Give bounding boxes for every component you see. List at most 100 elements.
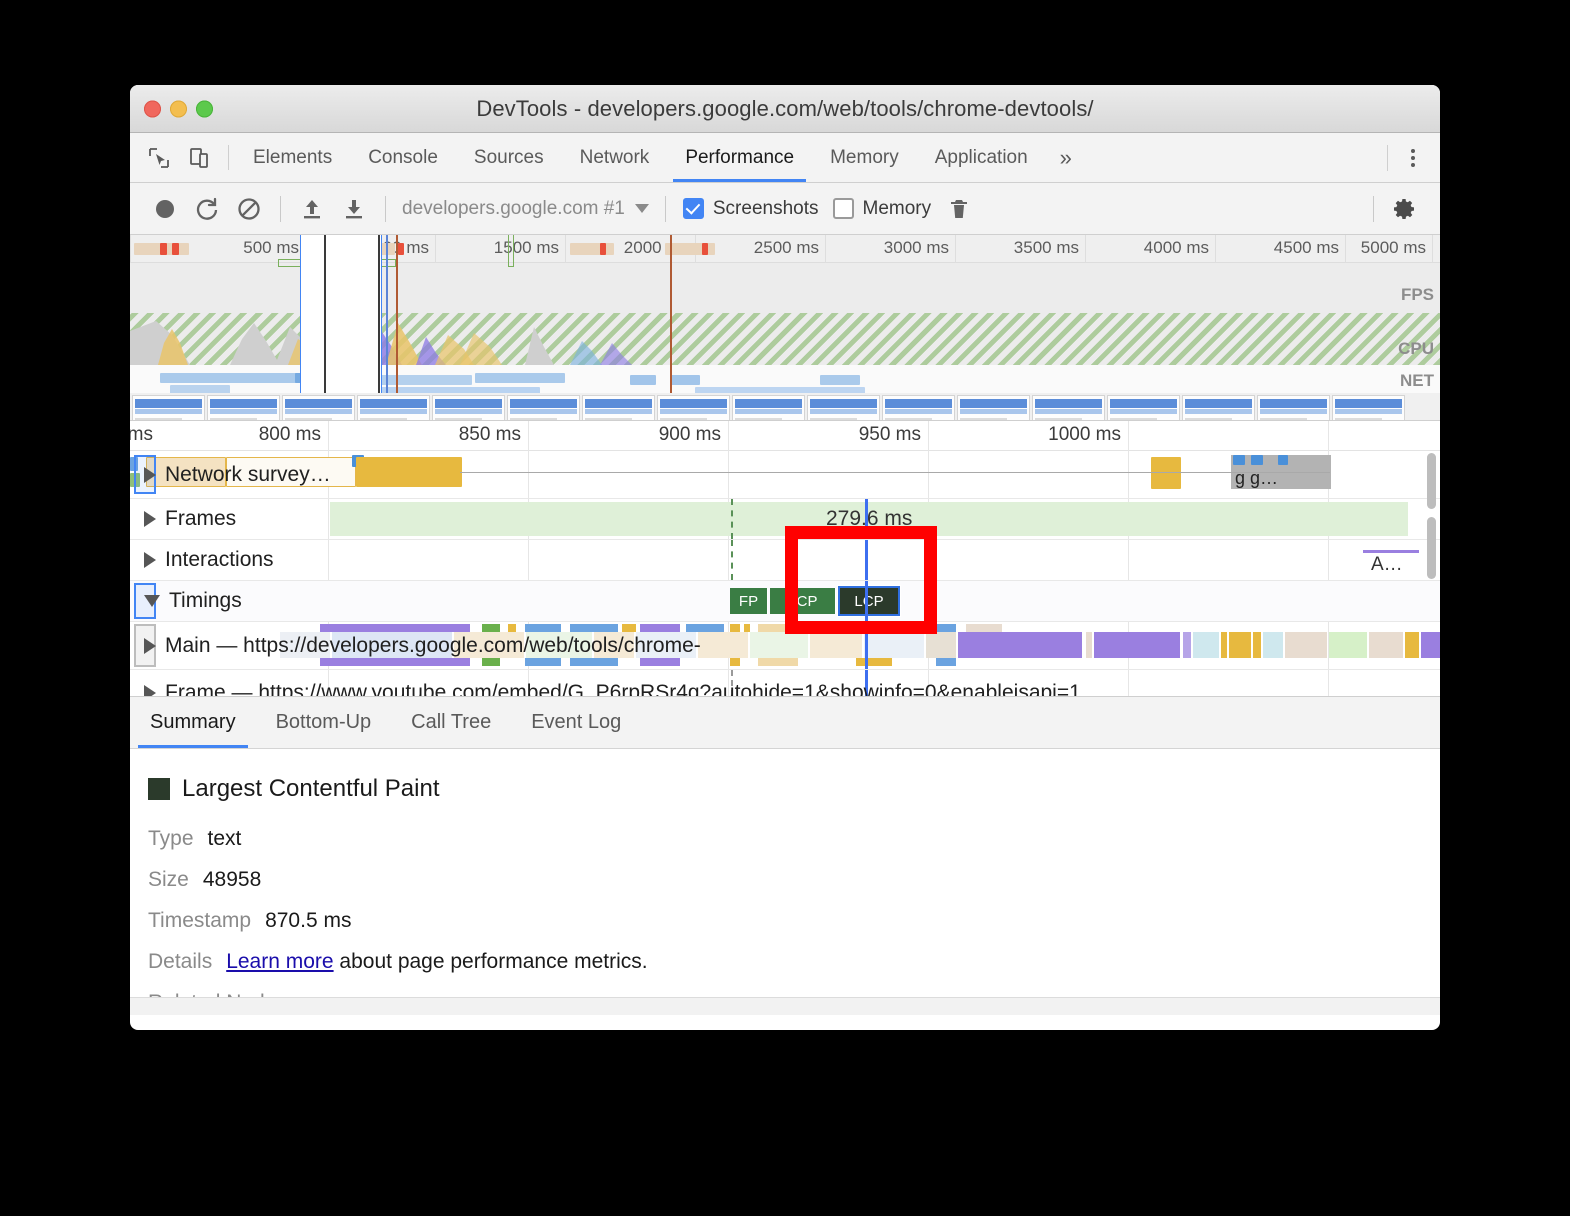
flame-scrollbar-thumb-top[interactable] [1427,453,1436,509]
filmstrip-frame[interactable] [132,395,205,420]
track-timings[interactable]: FP FCP LCP Timings [130,581,1440,622]
tab-application[interactable]: Application [917,133,1046,182]
track-title-timings[interactable]: Timings [144,589,242,613]
tab-label: Memory [830,146,899,168]
more-tabs-label: » [1059,144,1072,170]
flame-scrollbar-thumb[interactable] [1427,517,1436,579]
minimize-button[interactable] [170,100,187,117]
reload-and-record-button[interactable] [186,188,228,230]
detail-header: Largest Contentful Paint [148,775,1440,803]
settings-button[interactable] [1384,188,1426,230]
filmstrip-frame[interactable] [1182,395,1255,420]
chevron-right-icon[interactable] [144,511,156,527]
overview-tick-label: 1500 ms [493,238,559,257]
filmstrip-frame[interactable] [1107,395,1180,420]
chevron-right-icon[interactable] [144,552,156,568]
window-title: DevTools - developers.google.com/web/too… [476,95,1094,121]
track-interactions[interactable]: A… Interactions [130,540,1440,581]
track-label: Timings [169,589,242,612]
timeline-flame-chart[interactable]: ms 800 ms 850 ms 900 ms 950 ms 1000 ms g… [130,421,1440,697]
zoom-button[interactable] [196,100,213,117]
timeline-overview[interactable]: 500 ms 1000 ms 1500 ms 2000 ms 2500 ms 3… [130,235,1440,421]
tab-console[interactable]: Console [350,133,456,182]
detail-field-size: Size 48958 [148,868,1440,892]
timing-marker-fcp[interactable]: FCP [770,588,836,614]
tab-event-log[interactable]: Event Log [511,697,641,748]
interaction-pill[interactable] [1363,550,1419,553]
timing-marker-lcp[interactable]: LCP [838,586,900,616]
devtools-tabbar: Elements Console Sources Network Perform… [130,133,1440,183]
memory-checkbox-box[interactable] [832,198,854,219]
track-frames[interactable]: 279.6 ms Frames [130,499,1440,540]
track-title-network[interactable]: Network survey… [144,463,331,487]
overview-cpu-label: CPU [1398,339,1434,358]
filmstrip-frame[interactable] [582,395,655,420]
filmstrip-frame[interactable] [732,395,805,420]
screenshots-checkbox-box[interactable] [682,198,704,219]
tab-call-tree[interactable]: Call Tree [391,697,511,748]
more-tabs-icon[interactable]: » [1046,133,1086,182]
devtools-window: DevTools - developers.google.com/web/too… [130,85,1440,1030]
overview-tick-label: 3000 ms [883,238,949,257]
save-profile-button[interactable] [333,188,375,230]
tab-sources[interactable]: Sources [456,133,562,182]
timing-marker-fp[interactable]: FP [730,588,768,614]
record-button[interactable] [144,188,186,230]
filmstrip-frame[interactable] [1257,395,1330,420]
frame-duration-label: 279.6 ms [826,507,913,530]
filmstrip-frame[interactable] [357,395,430,420]
delete-button[interactable] [938,188,980,230]
filmstrip-frame[interactable] [1032,395,1105,420]
flame-tick-label: 1000 ms [1048,424,1121,445]
load-profile-button[interactable] [291,188,333,230]
tab-memory[interactable]: Memory [812,133,917,182]
screenshots-checkbox[interactable]: Screenshots [676,198,826,220]
chevron-right-icon[interactable] [144,685,156,696]
tab-performance[interactable]: Performance [667,133,812,182]
event-color-swatch [148,778,170,800]
track-frame-youtube[interactable]: Frame — https://www.youtube.com/embed/G_… [130,670,1440,696]
inspect-element-icon[interactable] [146,145,172,171]
close-button[interactable] [144,100,161,117]
track-title-frames[interactable]: Frames [144,507,236,531]
overview-tick-label: 5000 ms [1360,238,1426,257]
track-network[interactable]: g g… Network survey… [130,451,1440,499]
filmstrip-frame[interactable] [1332,395,1405,420]
device-toolbar-icon[interactable] [186,145,212,171]
filmstrip-frame[interactable] [657,395,730,420]
filmstrip-frame[interactable] [957,395,1030,420]
time-cursor-line [865,540,868,580]
track-title-interactions[interactable]: Interactions [144,548,274,572]
chevron-right-icon[interactable] [144,637,156,654]
timing-marker-label: FCP [787,592,818,610]
clear-button[interactable] [228,188,270,230]
flame-tick-label: 800 ms [258,424,321,445]
track-title-main-group[interactable]: Main — https://developers.google.com/web… [144,634,701,658]
tab-summary[interactable]: Summary [130,697,256,748]
filmstrip-frame[interactable] [282,395,355,420]
filmstrip[interactable] [130,393,1440,420]
filmstrip-frame[interactable] [882,395,955,420]
learn-more-link[interactable]: Learn more [226,950,333,973]
detail-title: Largest Contentful Paint [182,775,440,802]
tabbar-divider-right [1387,144,1388,171]
tab-bottom-up[interactable]: Bottom-Up [256,697,392,748]
chevron-down-icon[interactable] [144,595,160,607]
tab-network[interactable]: Network [562,133,668,182]
filmstrip-frame[interactable] [807,395,880,420]
chevron-right-icon[interactable] [144,466,156,483]
main-menu-icon[interactable] [1400,145,1426,171]
filmstrip-frame[interactable] [507,395,580,420]
screenshots-label: Screenshots [712,197,819,219]
time-cursor-line [865,622,868,669]
detail-tab-label: Summary [150,711,236,733]
track-main[interactable]: Main — https://developers.google.com/web… [130,622,1440,670]
tab-elements[interactable]: Elements [235,133,350,182]
track-title-frame[interactable]: Frame — https://www.youtube.com/embed/G_… [144,681,1081,696]
origin-select[interactable]: developers.google.com #1 [396,198,655,220]
toolbar-divider-4 [1373,195,1374,222]
memory-checkbox[interactable]: Memory [826,198,939,220]
filmstrip-frame[interactable] [207,395,280,420]
filmstrip-frame[interactable] [432,395,505,420]
flame-tick-label: 900 ms [658,424,721,445]
